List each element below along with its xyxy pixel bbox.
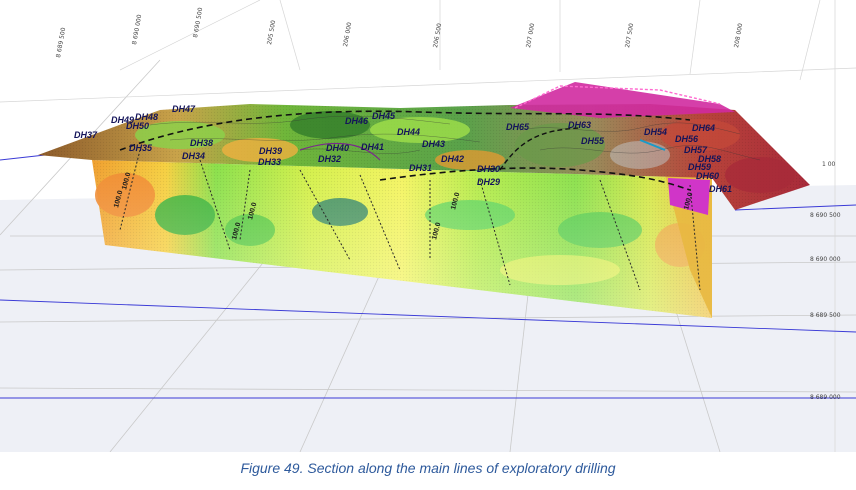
drillhole-label[interactable]: DH41: [361, 142, 384, 152]
drillhole-label[interactable]: DH65: [506, 122, 530, 132]
drillhole-label[interactable]: DH46: [345, 116, 369, 126]
drillhole-label[interactable]: DH30: [477, 164, 500, 174]
drillhole-label[interactable]: DH32: [318, 154, 341, 164]
drillhole-label[interactable]: DH35: [129, 143, 153, 153]
drillhole-label[interactable]: DH45: [372, 111, 396, 121]
coord-label: 1 00: [822, 161, 836, 168]
coord-label: 8 690 500: [192, 7, 204, 38]
coord-label: 8 689 500: [810, 312, 841, 319]
drillhole-label[interactable]: DH44: [397, 127, 420, 137]
drillhole-label[interactable]: DH33: [258, 157, 281, 167]
drillhole-label[interactable]: DH54: [644, 127, 667, 137]
coord-label: 8 690 500: [810, 212, 841, 219]
coord-label: 207 000: [525, 23, 536, 49]
3d-scene: 8 689 500 8 690 000 8 690 500 205 500 20…: [0, 0, 856, 452]
drillhole-label[interactable]: DH64: [692, 123, 715, 133]
drillhole-label[interactable]: DH47: [172, 104, 196, 114]
drillhole-label[interactable]: DH56: [675, 134, 699, 144]
drillhole-label[interactable]: DH38: [190, 138, 213, 148]
coord-label: 206 000: [342, 22, 353, 48]
drillhole-label[interactable]: DH60: [696, 171, 719, 181]
drillhole-label[interactable]: DH61: [709, 184, 732, 194]
coord-label: 8 689 500: [55, 27, 67, 58]
drillhole-label[interactable]: DH43: [422, 139, 445, 149]
coord-label: 207 500: [624, 23, 635, 49]
drillhole-label[interactable]: DH55: [581, 136, 605, 146]
drillhole-label[interactable]: DH63: [568, 120, 591, 130]
coord-label: 205 500: [266, 20, 277, 46]
figure-caption: Figure 49. Section along the main lines …: [240, 460, 616, 476]
coord-label: 8 689 000: [810, 394, 841, 401]
drillhole-label[interactable]: DH39: [259, 146, 282, 156]
coord-label: 206 500: [432, 23, 443, 49]
coord-label: 208 000: [733, 23, 744, 49]
coord-label: 8 690 000: [131, 14, 143, 45]
3d-viewport[interactable]: 8 689 500 8 690 000 8 690 500 205 500 20…: [0, 0, 856, 452]
drillhole-label[interactable]: DH42: [441, 154, 464, 164]
drillhole-label[interactable]: DH50: [126, 121, 149, 131]
drillhole-label[interactable]: DH37: [74, 130, 98, 140]
coord-label: 8 690 000: [810, 256, 841, 263]
drillhole-label[interactable]: DH31: [409, 163, 432, 173]
drillhole-label[interactable]: DH34: [182, 151, 205, 161]
drillhole-label[interactable]: DH40: [326, 143, 349, 153]
drillhole-label[interactable]: DH29: [477, 177, 500, 187]
